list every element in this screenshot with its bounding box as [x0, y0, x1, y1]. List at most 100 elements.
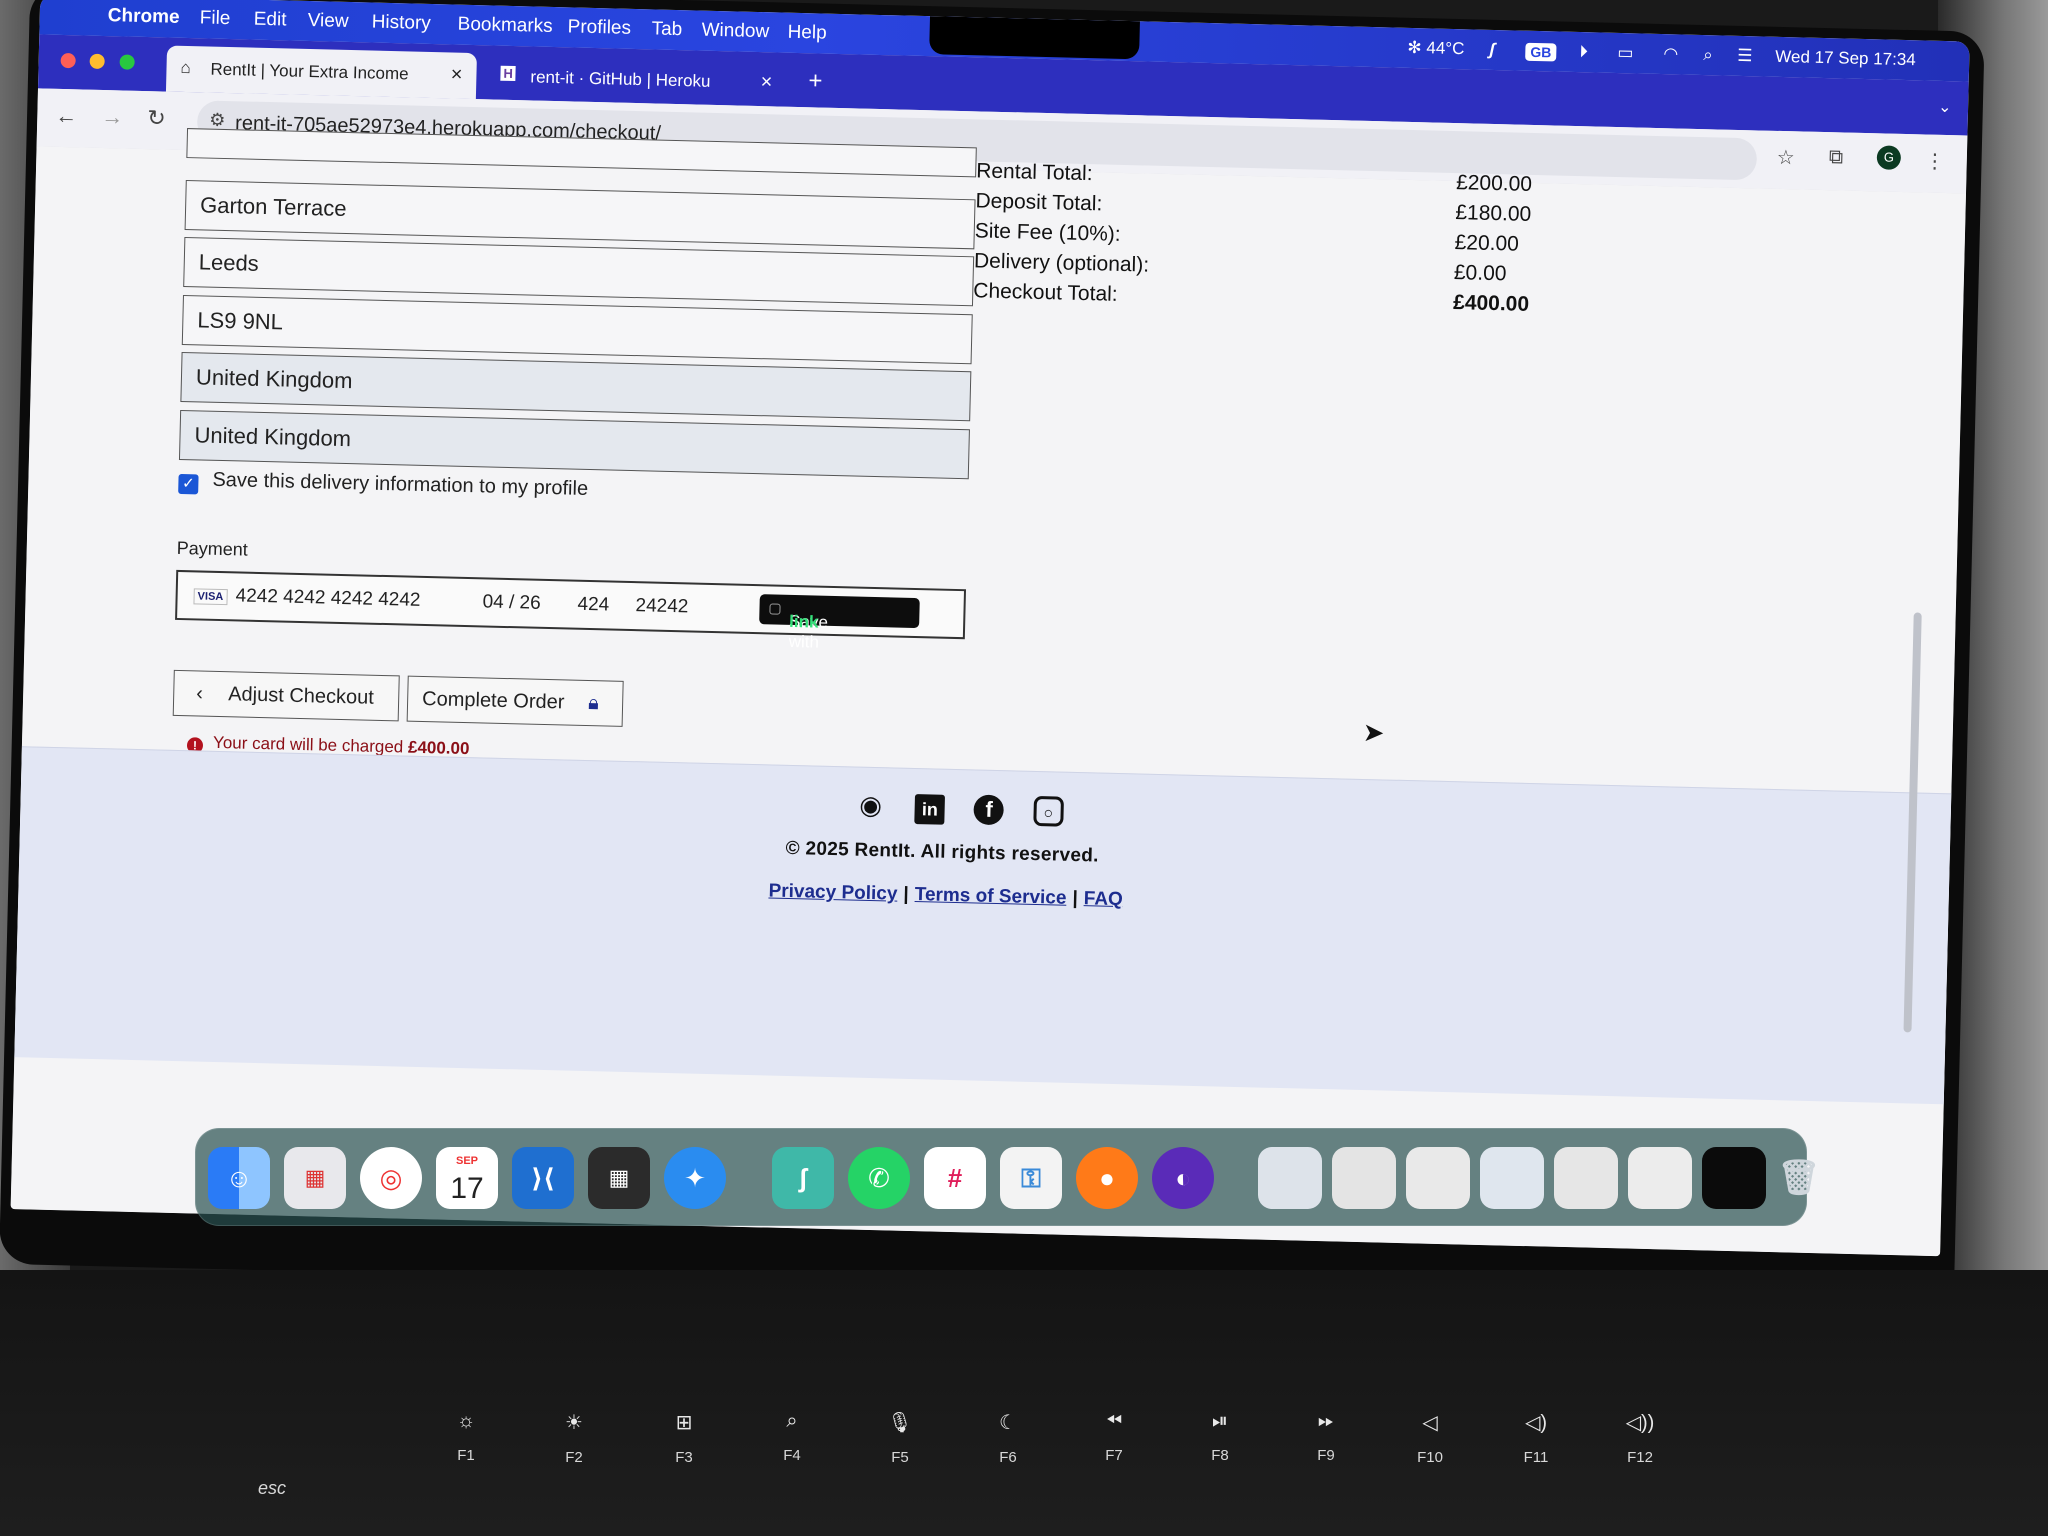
instagram-icon[interactable]: ○ — [1032, 795, 1064, 827]
recent-window-thumbnail[interactable] — [1702, 1147, 1766, 1209]
back-icon[interactable]: ← — [55, 103, 78, 130]
menubar-datetime[interactable]: Wed 17 Sep 17:34 — [1775, 47, 1916, 70]
menu-tab[interactable]: Tab — [651, 18, 682, 41]
close-window-button[interactable] — [60, 52, 76, 69]
forward-icon[interactable]: → — [101, 104, 124, 131]
f3-label: F3 — [675, 1449, 693, 1466]
vscode-icon[interactable]: ⟩⟨ — [512, 1147, 574, 1209]
calculator-icon[interactable]: ▦ — [588, 1147, 650, 1209]
card-cvc-input[interactable]: 424 — [577, 594, 609, 617]
f8-key[interactable]: ⏯︎ F8 — [1190, 1410, 1250, 1464]
tor-browser-icon[interactable]: ◐ — [1152, 1147, 1214, 1209]
tab-heroku[interactable]: H rent-it · GitHub | Heroku × — [486, 53, 787, 106]
f7-key[interactable]: ⏪︎ F7 — [1084, 1410, 1144, 1464]
recent-window-thumbnail[interactable] — [1406, 1147, 1470, 1209]
county-field[interactable]: United Kingdom — [180, 351, 972, 422]
menu-window[interactable]: Window — [701, 20, 769, 44]
tab-rentit[interactable]: ⌂ RentIt | Your Extra Income × — [165, 45, 477, 100]
recent-window-thumbnail[interactable] — [1258, 1147, 1322, 1209]
f5-key[interactable]: 🎙︎ F5 — [870, 1410, 930, 1466]
menu-profiles[interactable]: Profiles — [567, 16, 631, 40]
privacy-policy-link[interactable]: Privacy Policy — [768, 880, 897, 904]
close-tab-icon[interactable]: × — [450, 63, 462, 86]
save-with-link-button[interactable]: Save with link — [759, 594, 920, 652]
card-number-input[interactable]: 4242 4242 4242 4242 — [235, 585, 420, 612]
shortcut-app-icon[interactable]: ʃ — [1489, 40, 1495, 60]
camera-notch — [929, 16, 1140, 60]
town-city-field[interactable]: Leeds — [183, 237, 975, 307]
github-icon[interactable]: ◉ — [855, 790, 886, 821]
brightness-down-icon: ☼ — [456, 1410, 476, 1432]
recent-window-thumbnail[interactable] — [1628, 1147, 1692, 1209]
faq-link[interactable]: FAQ — [1084, 888, 1124, 910]
stripe-card-element[interactable]: VISA 4242 4242 4242 4242 04 / 26 424 242… — [175, 569, 967, 652]
dictation-icon: 🎙︎ — [887, 1412, 913, 1434]
f6-key[interactable]: ☾ F6 — [978, 1410, 1038, 1466]
slack-icon[interactable]: # — [924, 1147, 986, 1209]
facebook-icon[interactable]: f — [973, 794, 1005, 826]
delivery-value: £0.00 — [1453, 261, 1507, 286]
launchpad-icon[interactable]: ▦ — [284, 1147, 346, 1209]
safari-icon[interactable]: ✦ — [664, 1147, 726, 1209]
f12-key[interactable]: ◁)) F12 — [1610, 1410, 1670, 1466]
recent-window-thumbnail[interactable] — [1332, 1147, 1396, 1209]
terms-of-service-link[interactable]: Terms of Service — [915, 884, 1067, 909]
f1-key[interactable]: ☼ F1 — [436, 1410, 496, 1464]
chrome-icon[interactable]: ◎ — [360, 1147, 422, 1209]
menu-edit[interactable]: Edit — [253, 9, 286, 32]
calendar-icon[interactable]: SEP 17 — [436, 1147, 498, 1209]
recent-window-thumbnail[interactable] — [1480, 1147, 1544, 1209]
trash-icon[interactable]: 🗑︎ — [1768, 1147, 1830, 1209]
chrome-menu-icon[interactable]: ⋮ — [1924, 149, 1945, 174]
f10-key[interactable]: ◁ F10 — [1400, 1410, 1460, 1466]
f11-key[interactable]: ◁) F11 — [1506, 1410, 1566, 1466]
new-tab-icon[interactable]: + — [808, 67, 823, 95]
menu-view[interactable]: View — [307, 10, 348, 33]
battery-icon[interactable]: ▭ — [1617, 43, 1634, 63]
wifi-icon[interactable]: ◠ — [1663, 44, 1678, 64]
country-select[interactable]: United Kingdom — [178, 409, 970, 480]
chevron-left-icon: ‹ — [195, 682, 204, 705]
save-info-checkbox-row[interactable]: ✓ Save this delivery information to my pr… — [178, 468, 588, 504]
tab-title: rent-it · GitHub | Heroku — [530, 67, 711, 91]
keyboard-layout-badge[interactable]: GB — [1525, 42, 1557, 62]
extensions-puzzle-icon[interactable]: ⧉ — [1829, 146, 1844, 169]
save-info-checkbox[interactable]: ✓ — [178, 473, 199, 495]
bookmark-star-icon[interactable]: ☆ — [1777, 145, 1796, 170]
adjust-checkout-button[interactable]: ‹ Adjust Checkout — [172, 669, 400, 722]
profile-avatar[interactable]: G — [1876, 145, 1902, 170]
zoom-window-button[interactable] — [119, 54, 135, 70]
menu-bookmarks[interactable]: Bookmarks — [457, 14, 553, 38]
play-icon[interactable]: ⏵ — [1579, 42, 1588, 62]
order-summary: Rental Total: £200.00 Deposit Total: £18… — [973, 159, 1596, 324]
firefox-icon[interactable]: ● — [1076, 1147, 1138, 1209]
f4-key[interactable]: ⌕ F4 — [762, 1410, 822, 1464]
f2-key[interactable]: ☀ F2 — [544, 1410, 604, 1466]
lock-icon: 🔒︎ — [587, 692, 600, 715]
reload-icon[interactable]: ↻ — [147, 105, 166, 131]
tab-search-chevron-icon[interactable]: ⌄ — [1938, 97, 1952, 117]
temperature-widget[interactable]: ✻ 44°C — [1407, 38, 1464, 59]
tab-title: RentIt | Your Extra Income — [210, 59, 409, 84]
complete-order-button[interactable]: Complete Order 🔒︎ — [406, 675, 624, 727]
spotlight-search-icon[interactable]: ⌕ — [1703, 45, 1713, 65]
recent-window-thumbnail[interactable] — [1554, 1147, 1618, 1209]
whatsapp-icon[interactable]: ✆ — [848, 1147, 910, 1209]
menu-history[interactable]: History — [371, 12, 431, 35]
menu-help[interactable]: Help — [787, 22, 827, 45]
menu-app-name[interactable]: Chrome — [108, 5, 180, 29]
minimize-window-button[interactable] — [89, 53, 106, 70]
card-expiry-input[interactable]: 04 / 26 — [482, 591, 541, 614]
close-tab-icon[interactable]: × — [760, 71, 772, 94]
surfshark-icon[interactable]: ʃ — [772, 1147, 834, 1209]
menu-file[interactable]: File — [199, 7, 231, 30]
mouse-cursor: ➤ — [1362, 716, 1385, 748]
finder-icon[interactable]: ☺ — [208, 1147, 270, 1209]
control-center-icon[interactable]: ☰ — [1737, 46, 1753, 66]
link-checkbox[interactable] — [769, 603, 781, 615]
linkedin-icon[interactable]: in — [914, 794, 946, 825]
f9-key[interactable]: ⏩︎ F9 — [1296, 1410, 1356, 1464]
passwords-icon[interactable]: ⚿ — [1000, 1147, 1062, 1209]
f3-key[interactable]: ⊞ F3 — [654, 1410, 714, 1466]
card-postcode-input[interactable]: 24242 — [635, 595, 688, 618]
